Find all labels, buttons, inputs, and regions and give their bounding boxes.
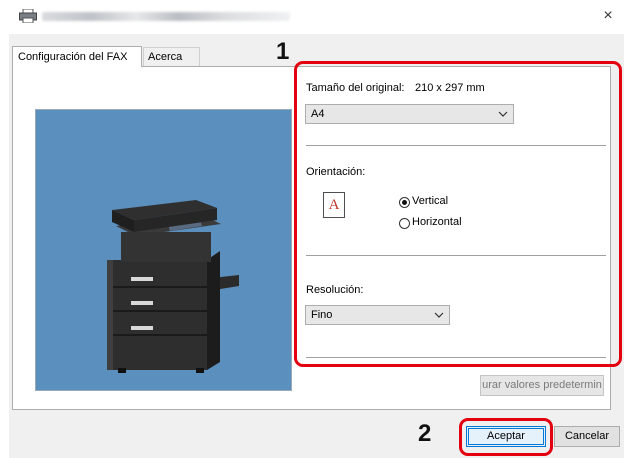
close-icon[interactable]: × — [600, 8, 616, 24]
printer-icon — [19, 9, 37, 23]
tab-fax-settings[interactable]: Configuración del FAX — [12, 46, 142, 67]
callout-box-ok — [459, 418, 553, 456]
window-title — [42, 12, 290, 21]
callout-box-settings — [294, 61, 622, 367]
printer-preview-image — [35, 109, 292, 391]
title-bar: × — [0, 0, 624, 34]
tab-about[interactable]: Acerca de — [143, 47, 200, 81]
callout-number-2: 2 — [418, 420, 432, 447]
restore-defaults-button[interactable]: urar valores predetermin — [480, 375, 604, 396]
mfp-device-illustration — [107, 200, 239, 373]
callout-number-1: 1 — [276, 38, 290, 65]
cancel-button[interactable]: Cancelar — [554, 426, 620, 447]
